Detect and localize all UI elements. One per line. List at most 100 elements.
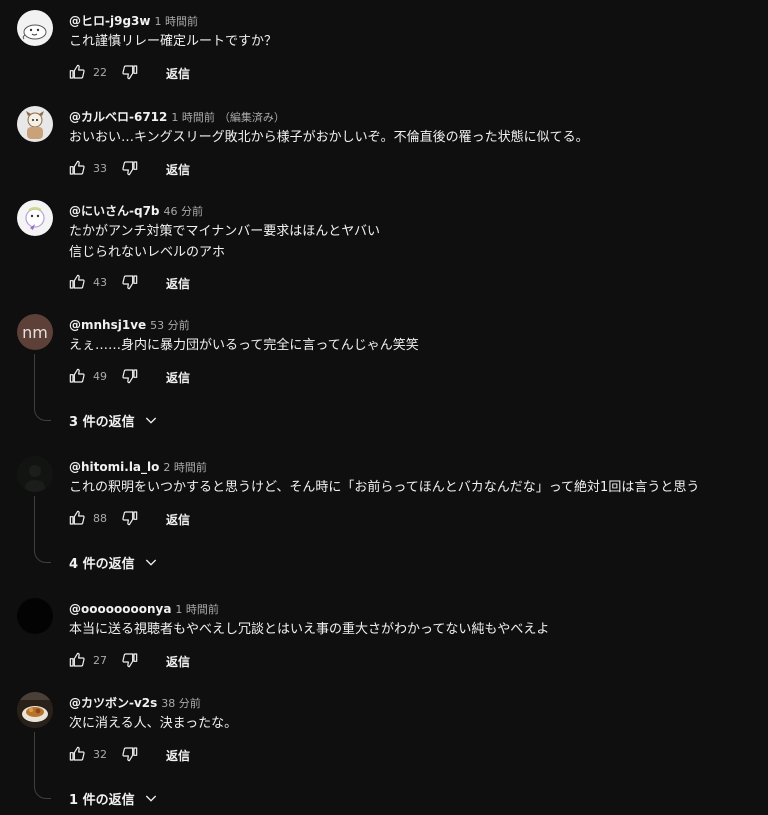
dislike-button[interactable] xyxy=(122,510,138,526)
replies-count-label: 3 件の返信 xyxy=(69,414,135,430)
like-button[interactable] xyxy=(69,652,85,668)
comment-text: たかがアンチ対策でマイナンバー要求はほんとヤバい 信じられないレベルのアホ xyxy=(69,221,759,263)
comment-time[interactable]: 1 時間前 xyxy=(175,603,219,616)
comment-text: これの釈明をいつかすると思うけど、そん時に「お前らってほんとバカなんだな」って絶… xyxy=(69,477,759,498)
comment-text: おいおい…キングスリーグ敗北から様子がおかしいぞ。不倫直後の罹った状態に似てる。 xyxy=(69,127,759,148)
comment-actions: 33 返信 xyxy=(69,160,369,178)
comment-time[interactable]: 1 時間前 xyxy=(154,15,198,28)
like-button[interactable] xyxy=(69,64,85,80)
comment-actions: 49 返信 xyxy=(69,368,369,386)
reply-button[interactable]: 返信 xyxy=(166,653,190,670)
like-count: 33 xyxy=(93,162,107,175)
view-replies-button[interactable]: 3 件の返信 xyxy=(69,410,159,430)
comment-time[interactable]: 38 分前 xyxy=(161,697,201,710)
thread-line xyxy=(34,354,51,421)
view-replies-button[interactable]: 4 件の返信 xyxy=(69,552,159,572)
reply-button[interactable]: 返信 xyxy=(166,511,190,528)
comment-author[interactable]: @hitomi.la_lo xyxy=(69,460,159,474)
comment-author[interactable]: @mnhsj1ve xyxy=(69,318,146,332)
comment-header: @カルベロ-6712 1 時間前 （編集済み） xyxy=(69,106,285,125)
reply-button[interactable]: 返信 xyxy=(166,275,190,292)
like-button[interactable] xyxy=(69,274,85,290)
comment-text: これ謹慎リレー確定ルートですか？ xyxy=(69,31,759,52)
thumbs-up-icon xyxy=(69,652,85,667)
comments-section: @ヒロ-j9g3w 1 時間前 これ謹慎リレー確定ルートですか？ 22 返信 @カ… xyxy=(0,0,768,815)
comment-actions: 22 返信 xyxy=(69,64,369,82)
comment-header: @oooooooonya 1 時間前 xyxy=(69,598,219,617)
seal-avatar-icon[interactable] xyxy=(17,10,53,46)
comment-text-line: 本当に送る視聴者もやべえし冗談とはいえ事の重大さがわかってない純もやべえよ xyxy=(69,622,550,637)
reply-button[interactable]: 返信 xyxy=(166,369,190,386)
thumbs-down-icon xyxy=(122,511,138,526)
chevron-down-icon xyxy=(145,795,156,802)
like-count: 27 xyxy=(93,654,107,667)
comment-text-line: これの釈明をいつかすると思うけど、そん時に「お前らってほんとバカなんだな」って絶… xyxy=(69,480,700,495)
view-replies-button[interactable]: 1 件の返信 xyxy=(69,788,159,808)
comment-text-line: たかがアンチ対策でマイナンバー要求はほんとヤバい xyxy=(69,224,380,239)
like-button[interactable] xyxy=(69,160,85,176)
comment-author[interactable]: @カツボン-v2s xyxy=(69,696,157,710)
comment-text-line: これ謹慎リレー確定ルートですか？ xyxy=(69,34,278,49)
avatar[interactable]: nm xyxy=(17,314,53,350)
dark-photo-avatar-icon[interactable] xyxy=(17,456,53,492)
dislike-button[interactable] xyxy=(122,652,138,668)
thread-line xyxy=(34,732,51,799)
thumbs-up-icon xyxy=(69,64,85,79)
comment-time[interactable]: 53 分前 xyxy=(150,319,190,332)
replies-count-label: 1 件の返信 xyxy=(69,792,135,808)
reply-button[interactable]: 返信 xyxy=(166,65,190,82)
dislike-button[interactable] xyxy=(122,746,138,762)
black-avatar-icon[interactable] xyxy=(17,598,53,634)
comment-text: 次に消える人、決まったな。 xyxy=(69,713,759,734)
cartoon-avatar-icon[interactable] xyxy=(17,200,53,236)
edited-label: （編集済み） xyxy=(218,111,285,124)
thumbs-down-icon xyxy=(122,161,138,176)
like-button[interactable] xyxy=(69,510,85,526)
like-count: 49 xyxy=(93,370,107,383)
reply-button[interactable]: 返信 xyxy=(166,161,190,178)
food-photo-avatar-icon[interactable] xyxy=(17,692,53,728)
comment-actions: 27 返信 xyxy=(69,652,369,670)
chevron-down-icon xyxy=(145,559,156,566)
thumbs-down-icon xyxy=(122,65,138,80)
reply-button[interactable]: 返信 xyxy=(166,747,190,764)
dislike-button[interactable] xyxy=(122,64,138,80)
like-button[interactable] xyxy=(69,746,85,762)
thumbs-down-icon xyxy=(122,653,138,668)
comment-author[interactable]: @ヒロ-j9g3w xyxy=(69,14,150,28)
comment-text-line: おいおい…キングスリーグ敗北から様子がおかしいぞ。不倫直後の罹った状態に似てる。 xyxy=(69,130,589,145)
thumbs-up-icon xyxy=(69,510,85,525)
comment-actions: 32 返信 xyxy=(69,746,369,764)
like-count: 88 xyxy=(93,512,107,525)
comment-text: えぇ……身内に暴力団がいるって完全に言ってんじゃん笑笑 xyxy=(69,335,759,356)
comment-author[interactable]: @oooooooonya xyxy=(69,602,171,616)
comment-header: @カツボン-v2s 38 分前 xyxy=(69,692,201,711)
character-avatar-icon[interactable] xyxy=(17,106,53,142)
like-count: 22 xyxy=(93,66,107,79)
thumbs-up-icon xyxy=(69,274,85,289)
comment-actions: 43 返信 xyxy=(69,274,369,292)
comment-time[interactable]: 46 分前 xyxy=(164,205,204,218)
comment-time[interactable]: 1 時間前 xyxy=(171,111,215,124)
comment-time[interactable]: 2 時間前 xyxy=(163,461,207,474)
comment-header: @にいさん-q7b 46 分前 xyxy=(69,200,203,219)
thread-line xyxy=(34,496,51,563)
like-button[interactable] xyxy=(69,368,85,384)
comment-header: @hitomi.la_lo 2 時間前 xyxy=(69,456,207,475)
comment-text-line: えぇ……身内に暴力団がいるって完全に言ってんじゃん笑笑 xyxy=(69,338,419,353)
comment-header: @ヒロ-j9g3w 1 時間前 xyxy=(69,10,198,29)
comment-text-line: 信じられないレベルのアホ xyxy=(69,245,226,260)
comment-text: 本当に送る視聴者もやべえし冗談とはいえ事の重大さがわかってない純もやべえよ xyxy=(69,619,759,640)
dislike-button[interactable] xyxy=(122,368,138,384)
dislike-button[interactable] xyxy=(122,274,138,290)
thumbs-down-icon xyxy=(122,275,138,290)
like-count: 43 xyxy=(93,276,107,289)
comment-author[interactable]: @カルベロ-6712 xyxy=(69,110,167,124)
dislike-button[interactable] xyxy=(122,160,138,176)
thumbs-down-icon xyxy=(122,369,138,384)
comment-author[interactable]: @にいさん-q7b xyxy=(69,204,160,218)
thumbs-up-icon xyxy=(69,746,85,761)
replies-count-label: 4 件の返信 xyxy=(69,556,135,572)
comment-header: @mnhsj1ve 53 分前 xyxy=(69,314,190,333)
comment-actions: 88 返信 xyxy=(69,510,369,528)
